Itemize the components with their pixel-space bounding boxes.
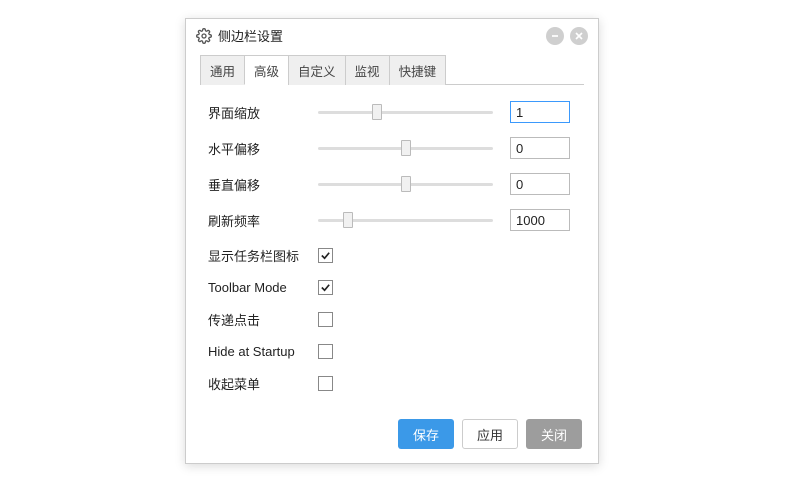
save-button[interactable]: 保存: [398, 419, 454, 449]
checkbox-row-1: Toolbar Mode: [208, 277, 580, 297]
tab-1[interactable]: 高级: [244, 55, 289, 85]
slider[interactable]: [318, 103, 493, 121]
slider-row-3: 刷新频率: [208, 209, 580, 231]
checkbox-label: Hide at Startup: [208, 344, 318, 359]
slider[interactable]: [318, 175, 493, 193]
tab-panel-advanced: 界面缩放水平偏移垂直偏移刷新频率 显示任务栏图标 Toolbar Mode 传递点击…: [200, 85, 584, 407]
slider-label: 界面缩放: [208, 103, 318, 122]
slider-value-input[interactable]: [510, 137, 570, 159]
minimize-button[interactable]: [546, 27, 564, 45]
slider-value-input[interactable]: [510, 173, 570, 195]
checkbox-row-3: Hide at Startup: [208, 341, 580, 361]
checkbox-row-0: 显示任务栏图标: [208, 245, 580, 265]
slider-row-1: 水平偏移: [208, 137, 580, 159]
checkbox-label: 传递点击: [208, 310, 318, 329]
checkbox-label: 显示任务栏图标: [208, 246, 318, 265]
slider-label: 垂直偏移: [208, 175, 318, 194]
checkbox[interactable]: [318, 280, 333, 295]
slider-row-0: 界面缩放: [208, 101, 580, 123]
dialog-footer: 保存 应用 关闭: [200, 419, 584, 449]
tabs: 通用高级自定义监视快捷键: [200, 54, 584, 85]
slider-value-input[interactable]: [510, 209, 570, 231]
titlebar: 侧边栏设置: [186, 19, 598, 50]
tab-2[interactable]: 自定义: [288, 55, 346, 85]
tab-4[interactable]: 快捷键: [389, 55, 447, 85]
settings-window: 侧边栏设置 通用高级自定义监视快捷键 界面缩放水平偏移垂直偏移刷新频率 显示任务…: [185, 18, 599, 464]
tab-0[interactable]: 通用: [200, 55, 245, 85]
checkbox-label: 收起菜单: [208, 374, 318, 393]
checkbox-row-4: 收起菜单: [208, 373, 580, 393]
checkbox[interactable]: [318, 312, 333, 327]
tab-3[interactable]: 监视: [345, 55, 390, 85]
slider-value-input[interactable]: [510, 101, 570, 123]
apply-button[interactable]: 应用: [462, 419, 518, 449]
gear-icon: [196, 28, 212, 44]
checkbox-label: Toolbar Mode: [208, 280, 318, 295]
close-button[interactable]: [570, 27, 588, 45]
slider[interactable]: [318, 211, 493, 229]
checkbox[interactable]: [318, 248, 333, 263]
slider[interactable]: [318, 139, 493, 157]
checkbox-row-2: 传递点击: [208, 309, 580, 329]
checkbox[interactable]: [318, 344, 333, 359]
slider-row-2: 垂直偏移: [208, 173, 580, 195]
window-title: 侧边栏设置: [218, 26, 540, 45]
slider-label: 水平偏移: [208, 139, 318, 158]
slider-label: 刷新频率: [208, 211, 318, 230]
cancel-button[interactable]: 关闭: [526, 419, 582, 449]
checkbox[interactable]: [318, 376, 333, 391]
